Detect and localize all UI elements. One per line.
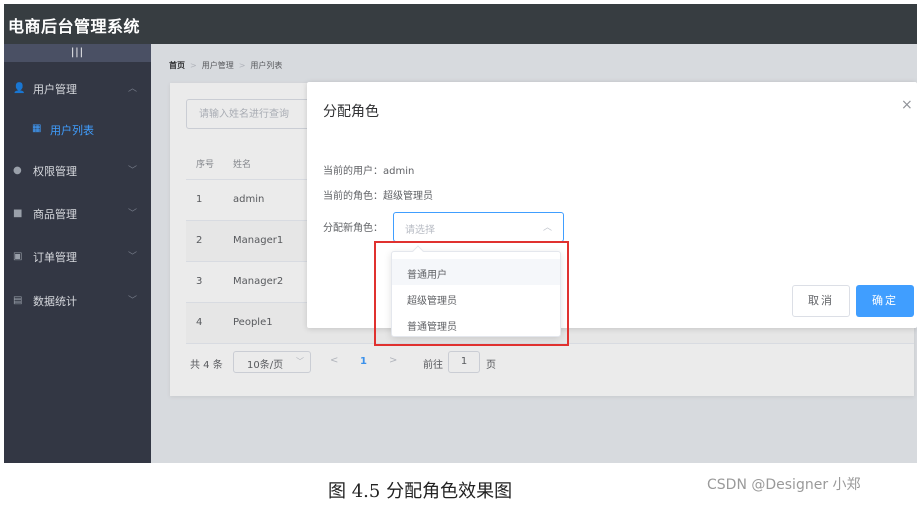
current-user-text: 当前的用户：admin [323, 166, 415, 177]
sidebar-item-reports[interactable]: ▤ 数据统计 ﹀ [4, 286, 151, 316]
watermark: CSDN @Designer 小郑 [707, 477, 861, 493]
sidebar-item-label: 商品管理 [33, 208, 77, 221]
chevron-down-icon: ﹀ [128, 209, 138, 219]
lock-icon: ● [13, 165, 22, 176]
sidebar: ||| 👤 用户管理 ︿ ▦ 用户列表 ● 权限管理 ﹀ ■ 商品管理 ﹀ ▣ … [4, 44, 151, 463]
chevron-up-icon: ︿ [543, 223, 553, 233]
role-select[interactable]: 请选择 ︿ [393, 212, 564, 242]
shop-icon: ■ [13, 208, 23, 219]
cancel-button[interactable]: 取消 [792, 285, 850, 317]
sidebar-item-label: 用户列表 [50, 124, 94, 137]
confirm-button[interactable]: 确定 [856, 285, 914, 317]
app-window: 电商后台管理系统 ||| 👤 用户管理 ︿ ▦ 用户列表 ● 权限管理 ﹀ ■ … [4, 4, 917, 463]
sidebar-item-label: 订单管理 [33, 251, 77, 264]
highlight-box [374, 241, 569, 346]
sidebar-item-label: 权限管理 [33, 165, 77, 178]
sidebar-item-goods[interactable]: ■ 商品管理 ﹀ [4, 199, 151, 229]
app-title: 电商后台管理系统 [8, 17, 141, 36]
sidebar-item-label: 用户管理 [33, 83, 77, 96]
sidebar-toggle-button[interactable]: ||| [4, 44, 151, 62]
app-header: 电商后台管理系统 [4, 4, 917, 44]
chevron-down-icon: ﹀ [128, 252, 138, 262]
sidebar-item-user-list[interactable]: ▦ 用户列表 [4, 115, 151, 145]
chevron-up-icon: ︿ [128, 84, 138, 94]
figure-caption: 图 4.5 分配角色效果图 [328, 481, 513, 502]
chevron-down-icon: ﹀ [128, 166, 138, 176]
sidebar-item-users[interactable]: 👤 用户管理 ︿ [4, 74, 151, 104]
chevron-down-icon: ﹀ [128, 296, 138, 306]
role-select-placeholder: 请选择 [405, 225, 435, 236]
close-icon[interactable]: × [901, 97, 913, 113]
chart-icon: ▤ [13, 295, 23, 306]
assign-role-label: 分配新角色： [323, 223, 383, 234]
current-role-text: 当前的角色：超级管理员 [323, 191, 433, 202]
dialog-title: 分配角色 [323, 104, 379, 120]
sidebar-item-permissions[interactable]: ● 权限管理 ﹀ [4, 156, 151, 186]
grid-icon: ▦ [32, 123, 42, 134]
order-icon: ▣ [13, 251, 23, 262]
sidebar-item-orders[interactable]: ▣ 订单管理 ﹀ [4, 242, 151, 272]
sidebar-item-label: 数据统计 [33, 295, 77, 308]
user-icon: 👤 [13, 83, 26, 94]
